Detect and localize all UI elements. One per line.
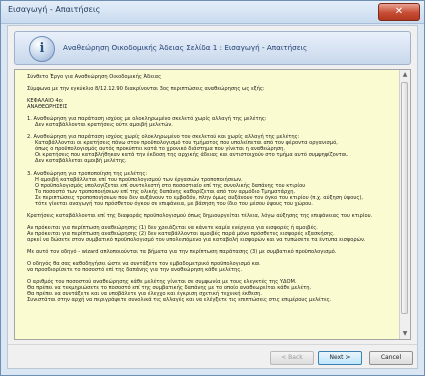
scrollbar-thumb[interactable]	[401, 82, 408, 314]
page-title: Αναθεώρηση Οικοδομικής Άδειας Σελίδα 1 :…	[63, 43, 308, 52]
window-title: Εισαγωγή - Απαιτήσεις	[8, 5, 101, 14]
close-button[interactable]: ✕	[378, 3, 420, 21]
scroll-down-arrow-icon[interactable]: ▼	[400, 329, 410, 339]
text-line: Κρατήσεις καταβάλλονται επί της διαφοράς…	[27, 212, 373, 219]
instructions-text: Σύνθετο Έργο για Αναθεώρηση Οικοδομικής …	[27, 74, 395, 303]
info-icon: i	[29, 36, 55, 62]
wizard-window: Εισαγωγή - Απαιτήσεις ✕ i Αναθεώρηση Οικ…	[0, 0, 425, 376]
title-bar[interactable]: Εισαγωγή - Απαιτήσεις ✕	[1, 1, 424, 24]
wizard-client-area: i Αναθεώρηση Οικοδομικής Άδειας Σελίδα 1…	[7, 25, 418, 369]
text-line: Συνιστάται στην αρχή να περιγράψετε συνο…	[27, 297, 332, 304]
wizard-header: i Αναθεώρηση Οικοδομικής Άδειας Σελίδα 1…	[14, 31, 411, 65]
footer-divider	[8, 344, 417, 345]
next-button[interactable]: Next >	[318, 351, 362, 365]
scroll-up-arrow-icon[interactable]: ▲	[400, 70, 410, 80]
back-button[interactable]: < Back	[270, 351, 314, 365]
text-line: Σε περιπτώσεις τροποποιήσεων που δεν αυξ…	[35, 194, 364, 201]
text-line: αρκεί να δώσετε στον συμβατικό προϋπολογ…	[27, 236, 366, 243]
vertical-scrollbar[interactable]: ▲ ▼	[399, 70, 410, 339]
instructions-textbox[interactable]: Σύνθετο Έργο για Αναθεώρηση Οικοδομικής …	[14, 69, 411, 340]
cancel-button[interactable]: Cancel	[369, 351, 413, 365]
